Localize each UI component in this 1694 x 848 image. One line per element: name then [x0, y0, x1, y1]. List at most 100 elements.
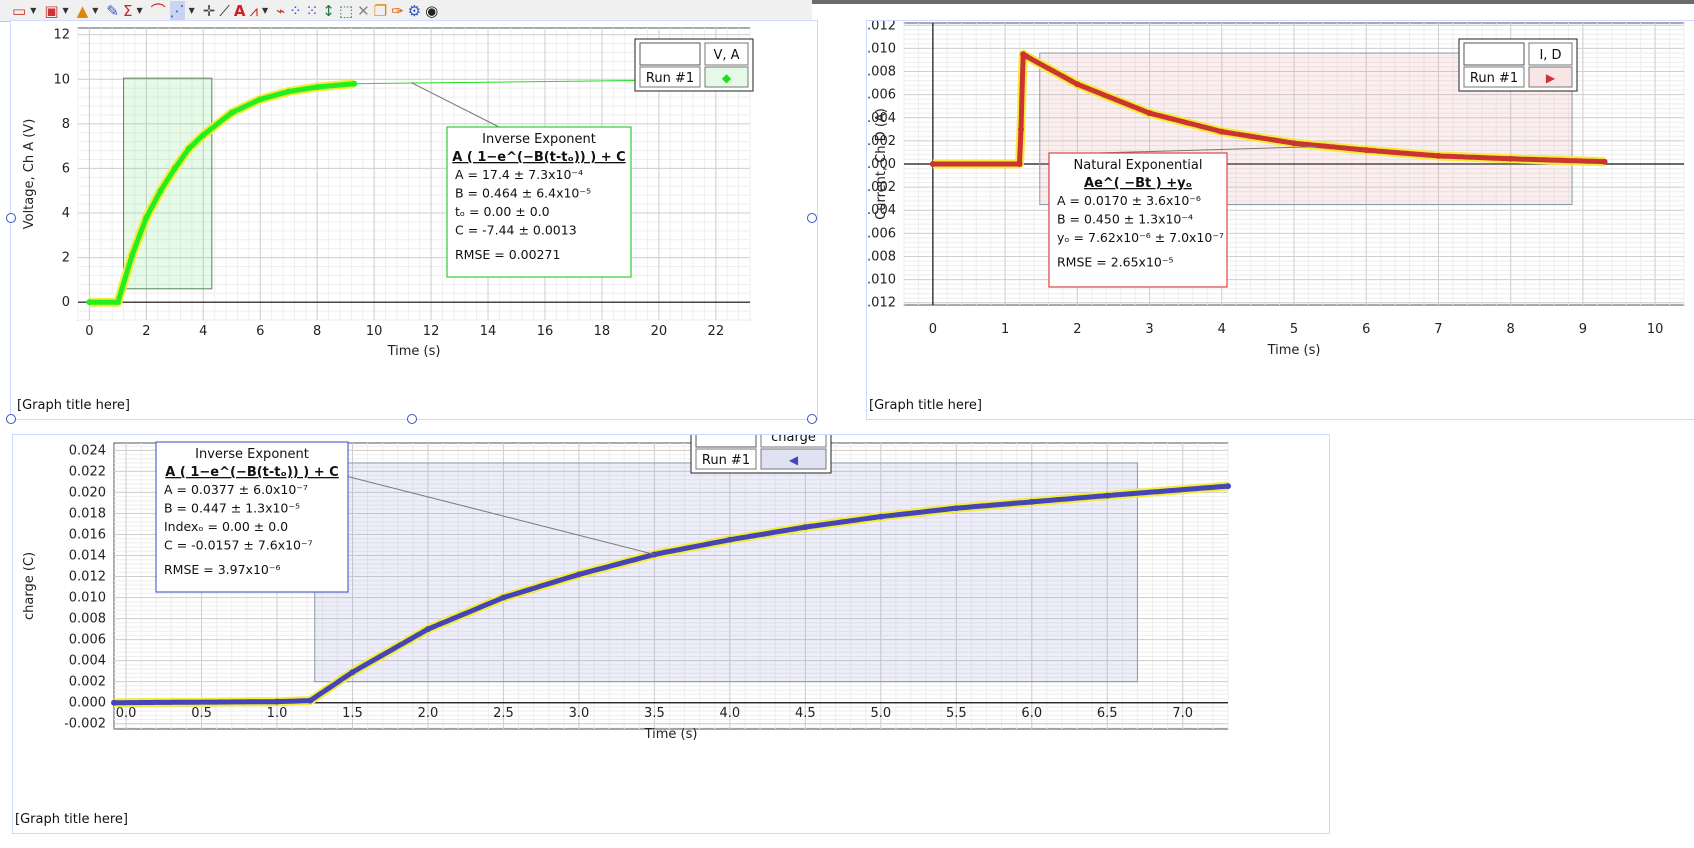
stats-caret-icon[interactable]: ▼ [92, 1, 98, 21]
stats-icon[interactable]: ▲ [77, 1, 89, 21]
copy-icon[interactable]: ❐ [374, 1, 387, 21]
data-point [1028, 498, 1035, 505]
fit-parameter: B = 0.447 ± 1.3x10⁻⁵ [164, 501, 300, 516]
data-caret-icon[interactable]: ▼ [63, 1, 69, 21]
graph-title[interactable]: [Graph title here] [869, 398, 982, 413]
x-tick-label: 7.0 [1172, 706, 1193, 721]
fit-parameter: yₒ = 7.62x10⁻⁶ ± 7.0x10⁻⁷ [1057, 230, 1224, 245]
sigma-icon[interactable]: Σ [123, 1, 132, 21]
x-tick-label: 8 [313, 324, 321, 339]
resize-handle[interactable] [6, 213, 16, 223]
resize-handle[interactable] [807, 213, 817, 223]
x-tick-label: 0.0 [116, 706, 137, 721]
settings-icon[interactable]: ⚙ [408, 1, 421, 21]
y-tick-label: -0.012 [867, 296, 896, 311]
data-point [274, 698, 281, 705]
selection-icon[interactable]: ⬚ [339, 1, 353, 21]
x-tick-label: 6 [256, 324, 264, 339]
x-tick-label: 3.0 [569, 706, 590, 721]
sigma-caret-icon[interactable]: ▼ [136, 1, 142, 21]
graph-caret-icon[interactable]: ▼ [30, 1, 36, 21]
y-tick-label: 0.020 [69, 485, 106, 500]
y-tick-label: 0.012 [867, 21, 896, 33]
scatter2-icon[interactable]: ⁙ [306, 1, 319, 21]
resize-handle[interactable] [807, 414, 817, 424]
crosshair-icon[interactable]: ✛ [203, 1, 216, 21]
scale-icon[interactable]: ↕ [322, 1, 335, 21]
y-tick-label: 0.010 [867, 41, 896, 56]
y-tick-label: 0.024 [69, 443, 106, 458]
data-point [307, 697, 314, 704]
y-tick-label: 0.014 [69, 549, 106, 564]
x-axis-label: Time (s) [1267, 343, 1321, 358]
y-tick-label: 0.000 [69, 696, 106, 711]
data-point [314, 84, 321, 91]
slope-icon[interactable]: ⟋ [219, 1, 230, 21]
voltage-graph-panel[interactable]: 0 2 4 6 8 10 12 14 16 18 20 22 0 2 4 6 8 10 12 Time (s) Volt… [10, 20, 818, 420]
charge-graph[interactable]: 0.0 0.5 1.0 1.5 2.0 2.5 3.0 3.5 4.0 4.5 5.0 5.5 6.0 6… [13, 420, 1329, 833]
fit-icon[interactable]: ⌁ [276, 1, 285, 21]
x-tick-label: 10 [366, 324, 383, 339]
pin-icon[interactable]: ✑ [391, 1, 404, 21]
smart-tool-icon[interactable]: ⋰ [169, 0, 185, 21]
selection-region [314, 462, 1138, 683]
data-point [285, 88, 292, 95]
data-point [575, 571, 582, 578]
data-point [1146, 110, 1153, 117]
scatter-icon[interactable]: ⁘ [289, 1, 302, 21]
curve-fit-icon[interactable]: ✎ [106, 1, 119, 21]
graph-title[interactable]: [Graph title here] [15, 812, 128, 827]
voltage-graph[interactable]: 0 2 4 6 8 10 12 14 16 18 20 22 0 2 4 6 8 10 12 Time (s) Volt… [11, 21, 817, 419]
x-tick-label: 9 [1579, 322, 1587, 337]
legend-label: V, A [713, 48, 739, 63]
x-tick-label: 2 [1073, 322, 1081, 337]
data-point [111, 699, 117, 706]
fit-rmse: RMSE = 0.00271 [455, 247, 560, 262]
y-tick-label: -0.010 [867, 273, 896, 288]
data-point [1225, 483, 1231, 490]
data-point [257, 96, 264, 103]
derivative-caret-icon[interactable]: ▼ [262, 1, 268, 21]
y-tick-label: 0.016 [69, 527, 106, 542]
legend-marker-icon: ◆ [722, 71, 732, 85]
fit-parameter: A = 17.4 ± 7.3x10⁻⁴ [455, 167, 583, 182]
data-icon[interactable]: ▣ [44, 1, 58, 21]
legend-run-label: Run #1 [702, 453, 750, 468]
x-tick-label: 0 [85, 324, 93, 339]
resize-handle[interactable] [407, 414, 417, 424]
legend-color-swatch [1463, 42, 1525, 66]
data-point [228, 109, 235, 116]
visibility-icon[interactable]: ◉ [425, 1, 438, 21]
x-tick-label: 6 [1362, 322, 1370, 337]
data-point [351, 80, 358, 87]
x-tick-label: 5.0 [870, 706, 891, 721]
data-point [157, 187, 164, 194]
smart-tool-caret-icon[interactable]: ▼ [189, 1, 195, 21]
derivative-icon[interactable]: ⩘ [249, 1, 257, 21]
graph-title[interactable]: [Graph title here] [17, 398, 130, 413]
y-tick-label: 0.006 [69, 633, 106, 648]
fit-formula: A ( 1−e^(−B(t-tₒ)) ) + C [452, 150, 625, 165]
resize-handle[interactable] [6, 414, 16, 424]
delete-icon[interactable]: ✕ [357, 1, 370, 21]
x-tick-label: 3.5 [644, 706, 665, 721]
y-tick-label: 6 [62, 161, 70, 176]
x-tick-label: 10 [1647, 322, 1664, 337]
data-point [1104, 492, 1111, 499]
data-point [1363, 147, 1370, 154]
current-graph[interactable]: 0123456789100.0120.0100.0080.0060.0040.0… [854, 18, 1694, 419]
fit-formula: A ( 1−e^(−B(t-tₒ)) ) + C [165, 465, 338, 480]
charge-graph-panel[interactable]: 0.0 0.5 1.0 1.5 2.0 2.5 3.0 3.5 4.0 4.5 5.0 5.5 6.0 6… [12, 420, 1330, 834]
data-point [1018, 126, 1024, 133]
current-graph-panel[interactable]: 0123456789100.0120.0100.0080.0060.0040.0… [854, 18, 1694, 420]
annotation-icon[interactable]: A [234, 1, 246, 21]
data-point [1074, 81, 1081, 88]
y-tick-label: 0.018 [69, 506, 106, 521]
fit-title: Inverse Exponent [195, 447, 309, 462]
legend-label: I, D [1539, 48, 1561, 63]
fit-parameter: tₒ = 0.00 ± 0.0 [455, 204, 550, 219]
tangent-icon[interactable]: ⌒ [151, 1, 166, 21]
y-tick-label: 0.008 [69, 612, 106, 627]
data-point [114, 299, 121, 306]
graph-icon[interactable]: ▭ [12, 1, 26, 21]
